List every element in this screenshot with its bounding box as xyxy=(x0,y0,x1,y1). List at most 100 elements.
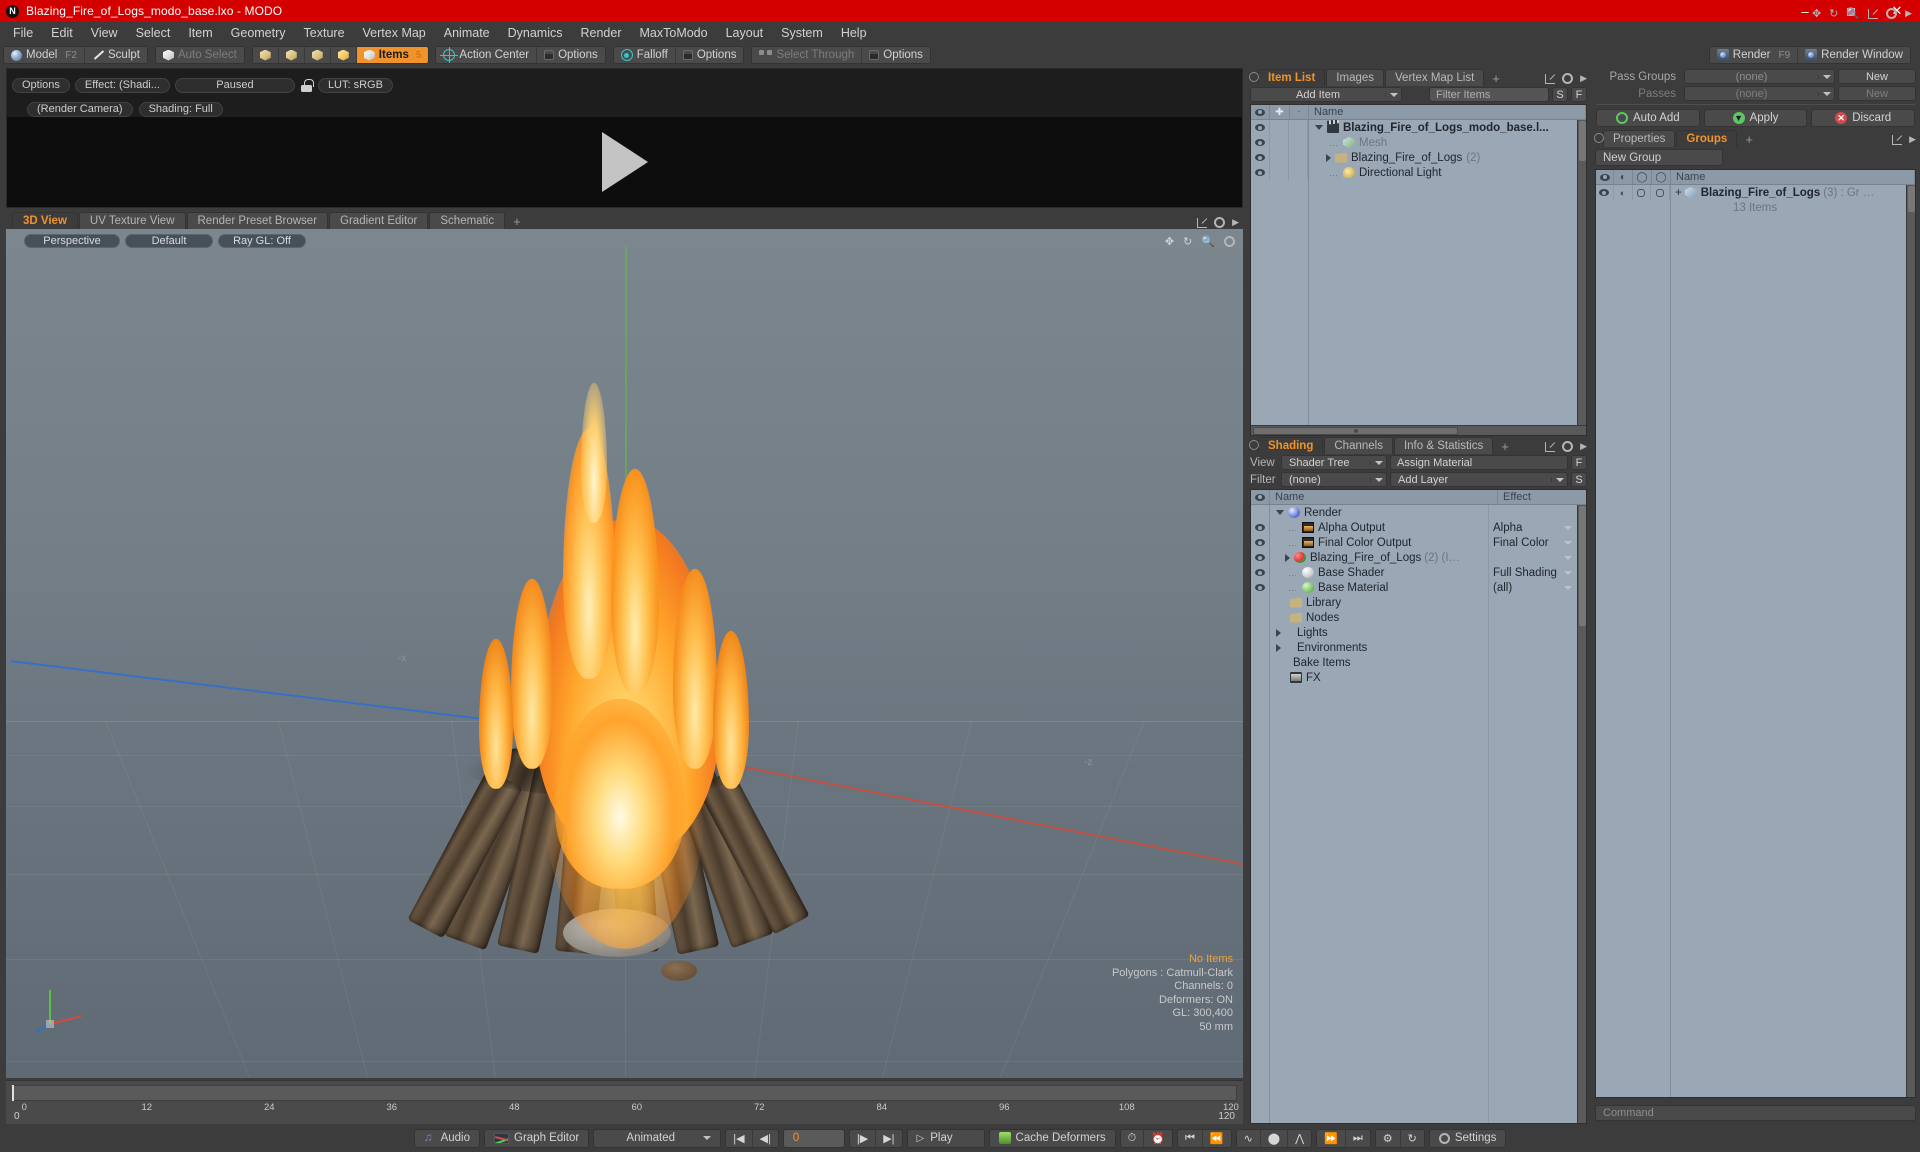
graph-editor-button[interactable]: Graph Editor xyxy=(484,1128,590,1148)
expand-toggle-icon[interactable] xyxy=(1315,125,1323,130)
timeline-track[interactable] xyxy=(12,1085,1237,1101)
key-curve-icon[interactable]: ∿ xyxy=(1237,1129,1261,1147)
tab-properties[interactable]: Properties xyxy=(1603,130,1676,147)
viewport-chevron-icon[interactable]: ▶ xyxy=(1232,217,1239,228)
groups-vscrollbar[interactable] xyxy=(1906,185,1915,1097)
chevron-down-icon[interactable] xyxy=(1564,570,1572,575)
tab-item-list[interactable]: Item List xyxy=(1258,69,1326,86)
table-row[interactable]: + Blazing_Fire_of_Logs (3) : Gr … xyxy=(1671,185,1906,200)
menu-select[interactable]: Select xyxy=(127,24,180,42)
filter-items-input[interactable]: Filter Items xyxy=(1429,87,1549,102)
preview-lut-dropdown[interactable]: LUT: sRGB xyxy=(317,77,393,93)
shading-chevron-icon[interactable]: ▶ xyxy=(1580,441,1587,452)
next-key-end-icon[interactable]: ⏭ xyxy=(1346,1130,1370,1147)
new-group-button[interactable]: New Group xyxy=(1595,149,1723,166)
gear-icon[interactable] xyxy=(1886,8,1898,19)
tab-3d-view[interactable]: 3D View xyxy=(12,212,78,229)
table-row[interactable]: Blazing_Fire_of_Logs (2) xyxy=(1309,150,1577,165)
expand-icon[interactable] xyxy=(1868,8,1879,19)
auto-add-button[interactable]: Auto Add xyxy=(1596,109,1700,127)
select-through-button[interactable]: Select Through xyxy=(752,47,863,63)
delete-key-icon[interactable]: ⋀ xyxy=(1288,1130,1311,1147)
row-eye-0[interactable] xyxy=(1251,120,1270,135)
material-mode-button[interactable] xyxy=(330,47,357,63)
animated-dropdown[interactable]: Animated xyxy=(593,1128,722,1148)
chevron-down-icon[interactable] xyxy=(1564,525,1572,530)
shading-f-button[interactable]: F xyxy=(1571,455,1587,470)
row-eye-1[interactable] xyxy=(1251,135,1270,150)
effect-cell[interactable]: Final Color xyxy=(1489,535,1577,550)
tab-render-preset-browser[interactable]: Render Preset Browser xyxy=(186,212,329,229)
first-frame-button[interactable]: |◀ xyxy=(726,1129,753,1147)
current-frame-input[interactable]: 0 xyxy=(782,1128,845,1148)
last-frame-button[interactable]: ▶| xyxy=(876,1130,901,1147)
groups-tree[interactable]: ◐ ◯ ◯ Name ◐ + Blazing_Fire_of_Logs (3) … xyxy=(1595,169,1916,1098)
shading-expand-icon[interactable] xyxy=(1545,441,1556,452)
shader-tree[interactable]: Name Effect Render … Alpha Output … Fina… xyxy=(1250,489,1587,1124)
table-row[interactable]: Environments xyxy=(1270,640,1488,655)
passes-dropdown[interactable]: (none) xyxy=(1684,86,1835,101)
lock-icon[interactable] xyxy=(300,78,314,92)
chevron-down-icon[interactable] xyxy=(1564,555,1572,560)
action-center-options-button[interactable]: Options xyxy=(537,47,605,63)
table-row[interactable]: FX xyxy=(1270,670,1488,685)
viewport-expand-icon[interactable] xyxy=(1197,217,1208,228)
tab-shading[interactable]: Shading xyxy=(1258,437,1324,454)
preview-paused-button[interactable]: Paused xyxy=(174,77,295,93)
table-row[interactable]: Library xyxy=(1270,595,1488,610)
discard-button[interactable]: ✕ Discard xyxy=(1811,109,1916,127)
group-eye[interactable] xyxy=(1596,185,1614,200)
apply-button[interactable]: ▼ Apply xyxy=(1703,109,1808,127)
edge-mode-button[interactable] xyxy=(278,47,305,63)
tab-info-statistics[interactable]: Info & Statistics xyxy=(1393,437,1494,454)
item-list-hscrollbar[interactable] xyxy=(1251,425,1586,435)
chevron-right-icon[interactable]: ▶ xyxy=(1905,8,1912,19)
shader-tree-vscrollbar[interactable] xyxy=(1577,505,1586,1123)
key-set-icon[interactable]: ⚙ xyxy=(1376,1129,1401,1147)
viewport-canvas[interactable]: -x -z No Items Polygons: Catmull-Clark … xyxy=(6,229,1243,1078)
menu-maxtomodo[interactable]: MaxToModo xyxy=(631,24,717,42)
zoom-icon[interactable]: 🔍 xyxy=(1846,7,1860,20)
vertex-mode-button[interactable] xyxy=(252,47,279,63)
auto-select-button[interactable]: Auto Select xyxy=(155,47,244,63)
table-row[interactable]: … Base Shader xyxy=(1270,565,1488,580)
assign-material-button[interactable]: Assign Material xyxy=(1390,455,1568,470)
add-item-dropdown[interactable]: Add Item xyxy=(1250,87,1402,102)
next-key-icon[interactable]: ⏩ xyxy=(1317,1129,1346,1147)
model-mode-button[interactable]: Model F2 xyxy=(4,47,85,63)
effect-cell[interactable]: Full Shading xyxy=(1489,565,1577,580)
action-center-button[interactable]: Action Center xyxy=(436,47,538,63)
polygon-mode-button[interactable] xyxy=(304,47,331,63)
range-start[interactable]: 0 xyxy=(14,1111,20,1122)
settings-button[interactable]: Settings xyxy=(1428,1128,1507,1148)
effect-cell[interactable]: Alpha xyxy=(1489,520,1577,535)
preview-shading-dropdown[interactable]: Shading: Full xyxy=(138,101,223,117)
shader-tree-dropdown[interactable]: Shader Tree xyxy=(1281,455,1387,470)
menu-file[interactable]: File xyxy=(4,24,42,42)
effect-cell[interactable] xyxy=(1489,550,1577,565)
preview-options-button[interactable]: Options xyxy=(12,77,70,93)
groups-expand-icon[interactable] xyxy=(1892,134,1903,145)
falloff-options-button[interactable]: Options xyxy=(675,47,744,63)
menu-layout[interactable]: Layout xyxy=(717,24,773,42)
table-row[interactable]: … Final Color Output xyxy=(1270,535,1488,550)
table-row[interactable]: Lights xyxy=(1270,625,1488,640)
audio-button[interactable]: ♫ Audio xyxy=(413,1128,481,1148)
group-wire-toggle[interactable] xyxy=(1633,185,1652,200)
expand-plus-icon[interactable]: + xyxy=(1675,187,1682,199)
menu-edit[interactable]: Edit xyxy=(42,24,82,42)
item-list-expand-icon[interactable] xyxy=(1545,73,1556,84)
key-reset-icon[interactable]: ↻ xyxy=(1401,1130,1424,1147)
effect-cell[interactable]: (all) xyxy=(1489,580,1577,595)
tab-schematic[interactable]: Schematic xyxy=(429,212,506,229)
table-row[interactable]: … Directional Light xyxy=(1309,165,1577,180)
menu-system[interactable]: System xyxy=(772,24,832,42)
preview-canvas[interactable] xyxy=(7,117,1242,207)
play-button[interactable]: ▷ Play xyxy=(906,1128,985,1148)
tab-vertex-map-list[interactable]: Vertex Map List xyxy=(1385,69,1485,86)
shading-style-dropdown[interactable]: Default xyxy=(125,234,213,248)
expand-toggle-icon[interactable] xyxy=(1276,628,1281,637)
chevron-down-icon[interactable] xyxy=(1564,585,1572,590)
range-end[interactable]: 120 xyxy=(1218,1111,1235,1122)
prev-key-icon[interactable]: ⏪ xyxy=(1203,1130,1231,1147)
